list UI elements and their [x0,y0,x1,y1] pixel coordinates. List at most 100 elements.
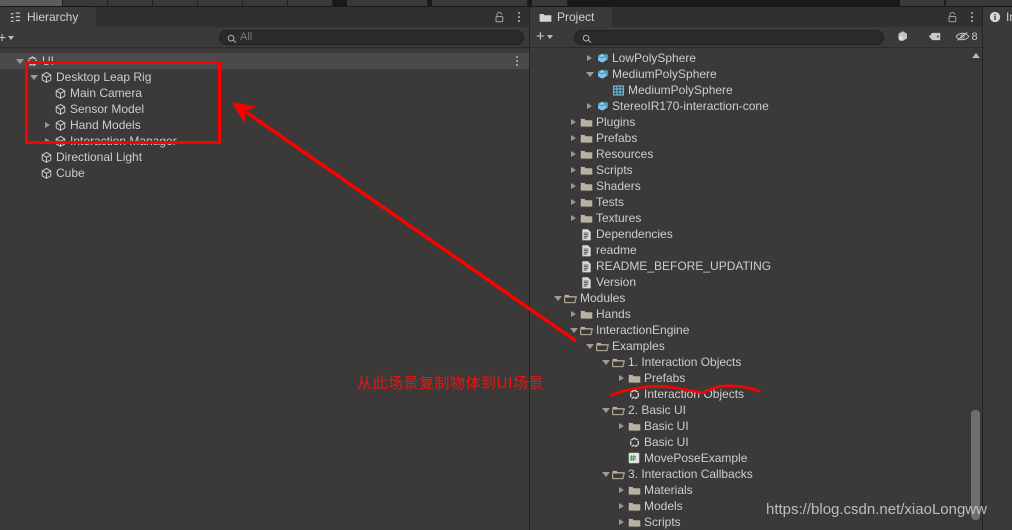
tree-row[interactable]: Interaction Objects [530,386,969,402]
search-by-label-button[interactable] [919,29,950,46]
toolbar-button-9[interactable] [946,0,1012,6]
tree-row[interactable]: Cube [0,165,529,181]
tree-row[interactable]: StereoIR170-interaction-cone [530,98,969,114]
tree-row[interactable]: Tests [530,194,969,210]
lock-icon[interactable] [494,11,505,23]
foldout-collapsed-icon[interactable] [42,133,53,149]
tree-row[interactable]: 1. Interaction Objects [530,354,969,370]
tree-row[interactable]: Examples [530,338,969,354]
create-object-button[interactable]: + [0,30,15,44]
toolbar-button-3[interactable] [108,0,153,6]
toolbar-play-group[interactable] [347,0,428,6]
tree-row[interactable]: readme [530,242,969,258]
lock-icon[interactable] [947,11,958,23]
tree-row[interactable]: Dependencies [530,226,969,242]
toolbar-button-5[interactable] [198,0,243,6]
hierarchy-tree[interactable]: UI Desktop Leap Rig Main Camera Sensor Mode… [0,53,529,530]
tree-row[interactable]: Shaders [530,178,969,194]
project-search-input[interactable] [574,30,884,45]
foldout-collapsed-icon[interactable] [616,498,627,514]
tree-row[interactable]: Main Camera [0,85,529,101]
project-tree[interactable]: LowPolySphere MediumPolySphere MediumPolyS… [530,50,969,530]
foldout-collapsed-icon[interactable] [568,194,579,210]
kebab-menu-icon[interactable] [966,10,978,24]
tree-row[interactable]: InteractionEngine [530,322,969,338]
foldout-collapsed-icon[interactable] [568,306,579,322]
tree-row[interactable]: 2. Basic UI [530,402,969,418]
tree-row[interactable]: UI [0,53,529,69]
tree-row[interactable]: Basic UI [530,434,969,450]
foldout-collapsed-icon[interactable] [568,162,579,178]
tree-row[interactable]: Interaction Manager [0,133,529,149]
tab-inspector[interactable]: Ins [983,7,1012,27]
foldout-collapsed-icon[interactable] [42,117,53,133]
tree-row[interactable]: LowPolySphere [530,50,969,66]
tab-project[interactable]: Project [530,7,612,27]
foldout-collapsed-icon[interactable] [616,514,627,530]
kebab-menu-icon[interactable] [513,10,525,24]
tree-row[interactable]: Hand Models [0,117,529,133]
tree-row[interactable]: Basic UI [530,418,969,434]
tree-row[interactable]: Textures [530,210,969,226]
hierarchy-search-input[interactable]: All [219,30,524,45]
tree-row[interactable]: Version [530,274,969,290]
toolbar-button-1[interactable] [0,0,63,6]
foldout-expanded-icon[interactable] [600,402,611,418]
tree-row[interactable]: Scripts [530,162,969,178]
foldout-collapsed-icon[interactable] [584,50,595,66]
toolbar-button-7[interactable] [288,0,333,6]
tree-row-label: Prefabs [596,131,638,145]
project-create-button[interactable]: + [536,29,553,44]
chevron-down-icon [601,471,610,477]
row-kebab-menu-icon[interactable] [511,53,523,69]
foldout-expanded-icon[interactable] [28,69,39,85]
tree-row-label: 3. Interaction Callbacks [628,467,753,481]
chevron-down-icon [569,327,578,333]
tree-row[interactable]: MovePoseExample [530,450,969,466]
project-scrollbar[interactable] [969,50,982,530]
foldout-expanded-icon[interactable] [584,338,595,354]
foldout-spacer [568,274,579,290]
foldout-collapsed-icon[interactable] [584,98,595,114]
foldout-collapsed-icon[interactable] [616,370,627,386]
toolbar-button-6[interactable] [243,0,288,6]
tree-row[interactable]: Plugins [530,114,969,130]
foldout-collapsed-icon[interactable] [568,114,579,130]
tree-row[interactable]: Hands [530,306,969,322]
toolbar-layers-dropdown[interactable] [432,0,528,6]
tree-row[interactable]: Prefabs [530,130,969,146]
tree-row[interactable]: MediumPolySphere [530,82,969,98]
foldout-expanded-icon[interactable] [584,66,595,82]
tree-row[interactable]: Materials [530,482,969,498]
hidden-packages-button[interactable]: 8 [951,29,982,46]
foldout-collapsed-icon[interactable] [616,482,627,498]
foldout-expanded-icon[interactable] [14,53,25,69]
toolbar-button-2[interactable] [63,0,108,6]
foldout-collapsed-icon[interactable] [568,146,579,162]
tree-row[interactable]: Prefabs [530,370,969,386]
tree-row[interactable]: Directional Light [0,149,529,165]
foldout-expanded-icon[interactable] [600,466,611,482]
foldout-collapsed-icon[interactable] [568,178,579,194]
tree-row[interactable]: Desktop Leap Rig [0,69,529,85]
search-by-type-button[interactable] [887,29,918,46]
tree-row[interactable]: MediumPolySphere [530,66,969,82]
toolbar-layout-dropdown[interactable] [532,0,568,6]
tree-row[interactable]: Resources [530,146,969,162]
foldout-collapsed-icon[interactable] [568,130,579,146]
info-icon [989,11,1001,24]
toolbar-button-4[interactable] [153,0,198,6]
tree-row-label: Textures [596,211,642,225]
tab-hierarchy[interactable]: Hierarchy [0,7,96,27]
foldout-expanded-icon[interactable] [600,354,611,370]
tree-row[interactable]: 3. Interaction Callbacks [530,466,969,482]
foldout-expanded-icon[interactable] [568,322,579,338]
foldout-expanded-icon[interactable] [552,290,563,306]
tree-row[interactable]: Sensor Model [0,101,529,117]
tree-row[interactable]: Modules [530,290,969,306]
toolbar-button-8[interactable] [900,0,945,6]
scroll-up-arrow-icon[interactable] [972,53,980,58]
foldout-collapsed-icon[interactable] [616,418,627,434]
tree-row[interactable]: README_BEFORE_UPDATING [530,258,969,274]
foldout-collapsed-icon[interactable] [568,210,579,226]
